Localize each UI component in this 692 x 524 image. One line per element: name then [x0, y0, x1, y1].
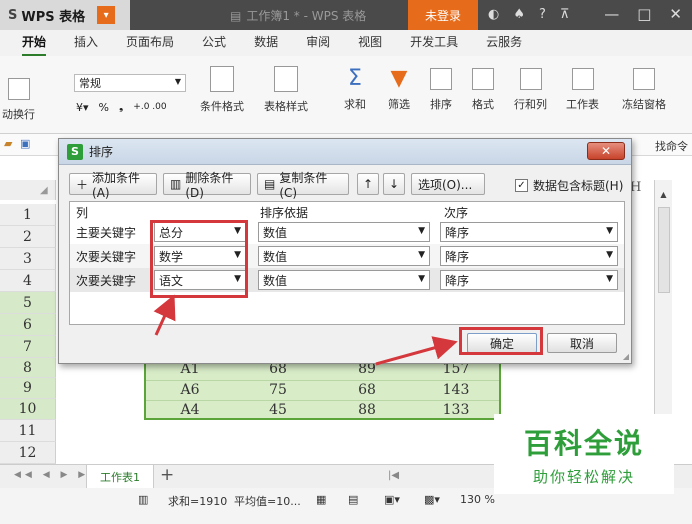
- arrow-to-keys: [153, 294, 176, 336]
- annotation-arrows: [153, 294, 458, 366]
- arrow-to-ok: [375, 336, 458, 366]
